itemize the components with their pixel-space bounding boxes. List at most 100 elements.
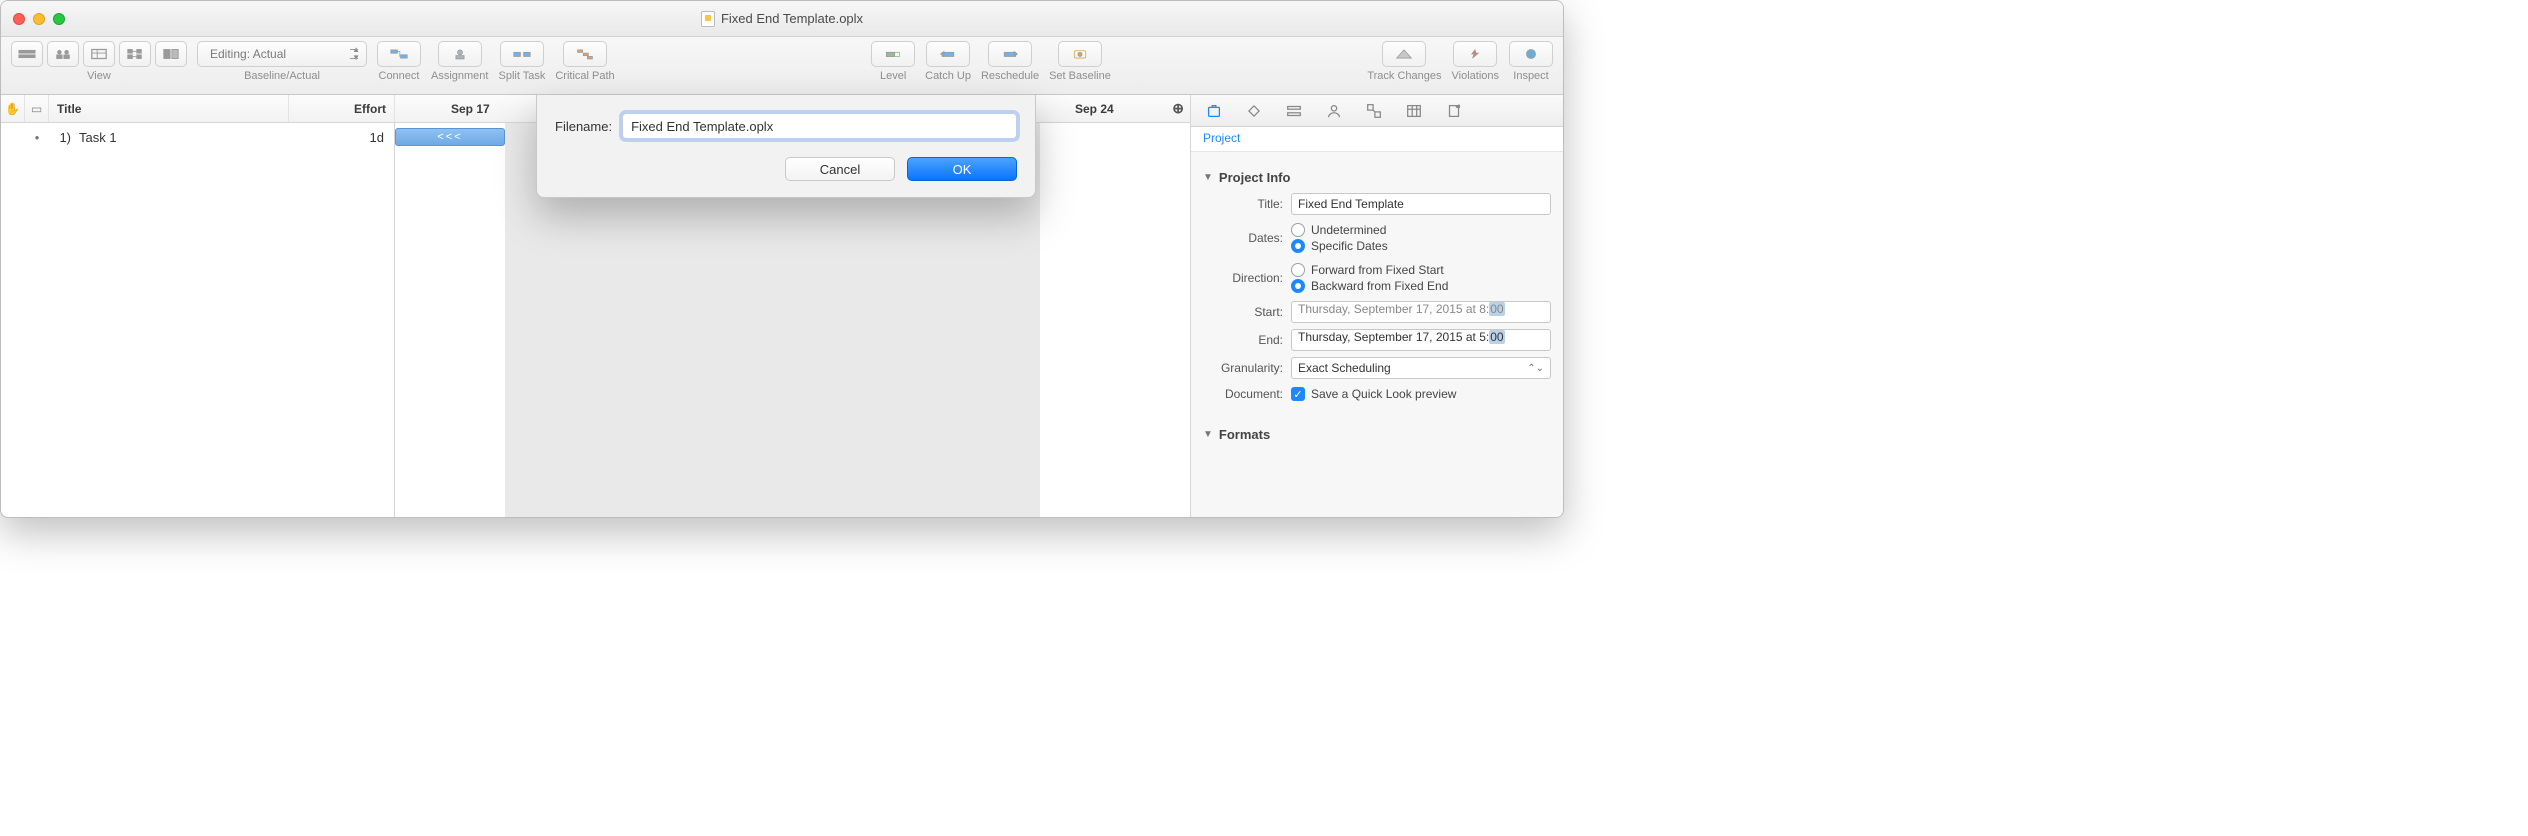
toolbar: View Editing: Actual ▲▼ Baseline/Actual … xyxy=(1,37,1563,95)
traffic-lights xyxy=(13,13,65,25)
violations-button[interactable] xyxy=(1453,41,1497,67)
radio-icon xyxy=(1291,239,1305,253)
col-effort-text: Effort xyxy=(354,102,386,116)
tb-track-label: Track Changes xyxy=(1367,70,1441,82)
view-btn-1[interactable] xyxy=(11,41,43,67)
inspector-tab-columns[interactable] xyxy=(1403,100,1425,122)
direction-backward-label: Backward from Fixed End xyxy=(1311,279,1448,293)
task-effort: 1d xyxy=(288,130,394,145)
ok-button[interactable]: OK xyxy=(907,157,1017,181)
view-btn-3[interactable] xyxy=(83,41,115,67)
inspector-tab-project[interactable] xyxy=(1203,100,1225,122)
direction-label: Direction: xyxy=(1203,271,1283,285)
window-title-text: Fixed End Template.oplx xyxy=(721,11,863,26)
end-input[interactable]: Thursday, September 17, 2015 at 5:00 xyxy=(1291,329,1551,351)
assignment-button[interactable] xyxy=(438,41,482,67)
catch-up-button[interactable] xyxy=(926,41,970,67)
tb-inspect-group: i Inspect xyxy=(1509,41,1553,82)
dates-undetermined-row[interactable]: Undetermined xyxy=(1291,223,1551,237)
view-btn-2[interactable] xyxy=(47,41,79,67)
dates-undetermined-label: Undetermined xyxy=(1311,223,1386,237)
tb-assignment-group: Assignment xyxy=(431,41,488,82)
inspector-tab-task[interactable] xyxy=(1283,100,1305,122)
filename-input[interactable] xyxy=(622,113,1017,139)
cancel-button[interactable]: Cancel xyxy=(785,157,895,181)
gantt-date-2: Sep 24 xyxy=(1075,102,1114,116)
tb-view-group: View xyxy=(11,41,187,82)
inspect-button[interactable]: i xyxy=(1509,41,1553,67)
task-name: Task 1 xyxy=(73,130,288,145)
disclosure-icon: ▼ xyxy=(1203,172,1213,183)
title-label: Title: xyxy=(1203,197,1283,211)
direction-forward-label: Forward from Fixed Start xyxy=(1311,263,1444,277)
tb-connect-group: Connect xyxy=(377,41,421,82)
col-grab-icon: ✋ xyxy=(1,95,25,122)
reschedule-button[interactable] xyxy=(988,41,1032,67)
critical-path-button[interactable] xyxy=(563,41,607,67)
radio-icon xyxy=(1291,279,1305,293)
tb-level-group: Level xyxy=(871,41,915,82)
direction-forward-row[interactable]: Forward from Fixed Start xyxy=(1291,263,1551,277)
section-formats[interactable]: ▼ Formats xyxy=(1203,427,1551,442)
disclosure-icon: ▼ xyxy=(1203,429,1213,440)
end-label: End: xyxy=(1203,333,1283,347)
baseline-dropdown-text: Editing: Actual xyxy=(210,47,286,61)
table-row[interactable]: • 1) Task 1 1d xyxy=(1,123,394,151)
set-baseline-button[interactable] xyxy=(1058,41,1102,67)
gantt-bar[interactable]: <<< xyxy=(395,128,505,146)
inspector-tab-label: Project xyxy=(1191,127,1563,152)
split-task-button[interactable] xyxy=(500,41,544,67)
title-input[interactable] xyxy=(1291,193,1551,215)
direction-backward-row[interactable]: Backward from Fixed End xyxy=(1291,279,1551,293)
zoom-in-icon[interactable]: ⊕ xyxy=(1172,100,1184,117)
dates-label: Dates: xyxy=(1203,231,1283,245)
inspector-tabs xyxy=(1191,95,1563,127)
tb-violations-group: Violations xyxy=(1452,41,1500,82)
granularity-value: Exact Scheduling xyxy=(1298,361,1391,375)
tb-violations-label: Violations xyxy=(1452,70,1500,82)
dates-specific-row[interactable]: Specific Dates xyxy=(1291,239,1551,253)
tb-assignment-label: Assignment xyxy=(431,70,488,82)
section-project-info[interactable]: ▼ Project Info xyxy=(1203,170,1551,185)
filename-dialog: Filename: Cancel OK xyxy=(536,95,1036,198)
tb-track-group: Track Changes xyxy=(1367,41,1441,82)
close-window-icon[interactable] xyxy=(13,13,25,25)
filename-label: Filename: xyxy=(555,119,612,134)
col-effort[interactable]: Effort xyxy=(289,95,395,122)
tb-setbaseline-label: Set Baseline xyxy=(1049,70,1111,82)
col-notes-icon: ▭ xyxy=(25,95,49,122)
col-title[interactable]: Title xyxy=(49,95,289,122)
document-label: Document: xyxy=(1203,387,1283,401)
chevron-updown-icon: ⌃⌄ xyxy=(1527,363,1544,374)
level-button[interactable] xyxy=(871,41,915,67)
checkbox-icon: ✓ xyxy=(1291,387,1305,401)
tb-reschedule-label: Reschedule xyxy=(981,70,1039,82)
titlebar: Fixed End Template.oplx xyxy=(1,1,1563,37)
view-btn-5[interactable] xyxy=(155,41,187,67)
col-title-text: Title xyxy=(57,102,81,116)
inspector-tab-export[interactable] xyxy=(1443,100,1465,122)
dates-specific-label: Specific Dates xyxy=(1311,239,1388,253)
inspector-body: ▼ Project Info Title: Dates: Undetermine… xyxy=(1191,152,1563,470)
document-quicklook-row[interactable]: ✓ Save a Quick Look preview xyxy=(1291,387,1551,401)
track-changes-button[interactable] xyxy=(1382,41,1426,67)
zoom-window-icon[interactable] xyxy=(53,13,65,25)
tb-setbaseline-group: Set Baseline xyxy=(1049,41,1111,82)
gantt-date-1: Sep 17 xyxy=(451,102,490,116)
inspector-tab-resource[interactable] xyxy=(1323,100,1345,122)
section-formats-label: Formats xyxy=(1219,427,1270,442)
tb-critical-label: Critical Path xyxy=(555,70,614,82)
tb-catchup-group: Catch Up xyxy=(925,41,971,82)
granularity-select[interactable]: Exact Scheduling ⌃⌄ xyxy=(1291,357,1551,379)
minimize-window-icon[interactable] xyxy=(33,13,45,25)
view-btn-4[interactable] xyxy=(119,41,151,67)
tb-inspect-label: Inspect xyxy=(1513,70,1548,82)
baseline-dropdown[interactable]: Editing: Actual ▲▼ xyxy=(197,41,367,67)
inspector-tab-styles[interactable] xyxy=(1363,100,1385,122)
connect-button[interactable] xyxy=(377,41,421,67)
tb-connect-label: Connect xyxy=(379,70,420,82)
inspector-tab-milestone[interactable] xyxy=(1243,100,1265,122)
inspector-panel: Project ▼ Project Info Title: Dates: Und… xyxy=(1191,95,1563,517)
start-input[interactable]: Thursday, September 17, 2015 at 8:00 xyxy=(1291,301,1551,323)
tb-baseline-label: Baseline/Actual xyxy=(244,70,320,82)
